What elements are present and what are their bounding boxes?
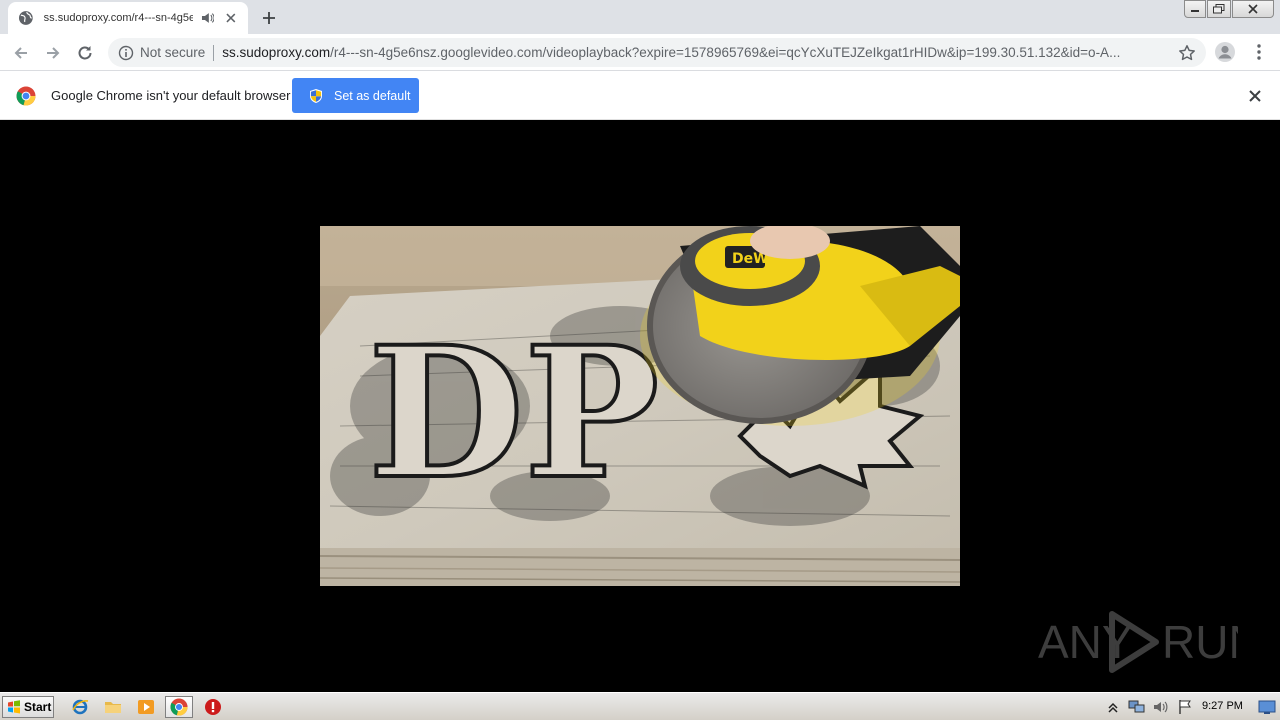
engraved-sign-text: DP: [368, 308, 659, 519]
forward-button[interactable]: [40, 40, 66, 66]
uac-shield-icon: [310, 88, 322, 103]
show-hidden-icons-button[interactable]: [1104, 698, 1122, 716]
chrome-icon: [170, 698, 188, 716]
taskbar-ie[interactable]: [66, 696, 94, 718]
close-icon: [1248, 4, 1258, 14]
set-as-default-label: Set as default: [334, 88, 411, 103]
network-icon: [1128, 700, 1145, 713]
chevron-up-icon: [1108, 702, 1118, 713]
taskbar-explorer[interactable]: [99, 696, 127, 718]
tab-close-icon[interactable]: [224, 11, 238, 25]
default-browser-infobar: Google Chrome isn't your default browser…: [0, 71, 1280, 120]
start-button[interactable]: Start: [2, 696, 54, 718]
taskbar-media-player[interactable]: [132, 696, 160, 718]
arrow-left-icon: [14, 47, 27, 59]
system-tray: [1104, 695, 1280, 719]
profile-avatar-icon[interactable]: [1214, 41, 1236, 63]
restore-button[interactable]: [1207, 0, 1231, 18]
speaker-icon[interactable]: [201, 11, 215, 25]
anyrun-watermark: ANY RUN: [1038, 611, 1238, 673]
minimize-button[interactable]: [1184, 0, 1206, 18]
set-as-default-button[interactable]: Set as default: [292, 78, 419, 113]
watermark-text-right: RUN: [1162, 616, 1238, 668]
back-button[interactable]: [8, 40, 34, 66]
infobar-message: Google Chrome isn't your default browser: [51, 88, 291, 103]
flag-icon: [1179, 700, 1191, 714]
tray-volume[interactable]: [1152, 698, 1170, 716]
reload-icon: [78, 46, 92, 60]
taskbar-clock[interactable]: 9:27 PM: [1202, 700, 1243, 712]
internet-explorer-icon: [72, 699, 89, 715]
video-frame: DP DeW: [320, 226, 960, 586]
minimize-icon: [1191, 10, 1199, 12]
watermark-text-left: ANY: [1038, 616, 1133, 668]
security-label[interactable]: Not secure: [140, 45, 205, 60]
chrome-menu-button[interactable]: [1250, 42, 1268, 62]
globe-icon: [18, 11, 33, 25]
new-tab-button[interactable]: [258, 7, 280, 29]
reload-button[interactable]: [72, 40, 98, 66]
windows-taskbar: Start 9:27 PM: [0, 692, 1280, 720]
infobar-close-icon[interactable]: [1247, 88, 1263, 104]
media-player-icon: [138, 700, 154, 714]
restore-icon: [1213, 4, 1225, 14]
video-viewport[interactable]: DP DeW ANY RUN: [0, 120, 1280, 692]
tab-title: ss.sudoproxy.com/r4---sn-4g5e6nsz.google…: [43, 12, 193, 24]
browser-toolbar: Not secure ss.sudoproxy.com /r4---sn-4g5…: [0, 34, 1280, 71]
tab-strip: ss.sudoproxy.com/r4---sn-4g5e6nsz.google…: [0, 0, 1280, 34]
video-player[interactable]: DP DeW: [320, 226, 960, 586]
address-bar[interactable]: Not secure ss.sudoproxy.com /r4---sn-4g5…: [108, 38, 1206, 67]
info-icon[interactable]: [118, 45, 134, 61]
arrow-right-icon: [47, 47, 60, 59]
volume-icon: [1154, 701, 1168, 713]
bookmark-star-icon[interactable]: [1178, 44, 1196, 62]
tray-network[interactable]: [1128, 698, 1146, 716]
show-desktop-icon[interactable]: [1258, 698, 1276, 716]
windows-flag-icon: [8, 700, 20, 714]
red-circle-app-icon: [205, 699, 221, 715]
chrome-logo-icon: [16, 86, 36, 106]
taskbar-opera[interactable]: [199, 696, 227, 718]
url-host: ss.sudoproxy.com: [222, 45, 331, 60]
browser-tab[interactable]: ss.sudoproxy.com/r4---sn-4g5e6nsz.google…: [8, 2, 248, 34]
start-label: Start: [24, 700, 52, 714]
plus-icon: [263, 12, 275, 24]
kebab-menu-icon: [1257, 44, 1261, 60]
url-path: /r4---sn-4g5e6nsz.googlevideo.com/videop…: [330, 45, 1121, 60]
omnibox-separator: [213, 44, 215, 61]
folder-icon: [105, 702, 121, 713]
window-close-button[interactable]: [1232, 0, 1274, 18]
taskbar-chrome[interactable]: [165, 696, 193, 718]
tray-action-center[interactable]: [1176, 698, 1194, 716]
